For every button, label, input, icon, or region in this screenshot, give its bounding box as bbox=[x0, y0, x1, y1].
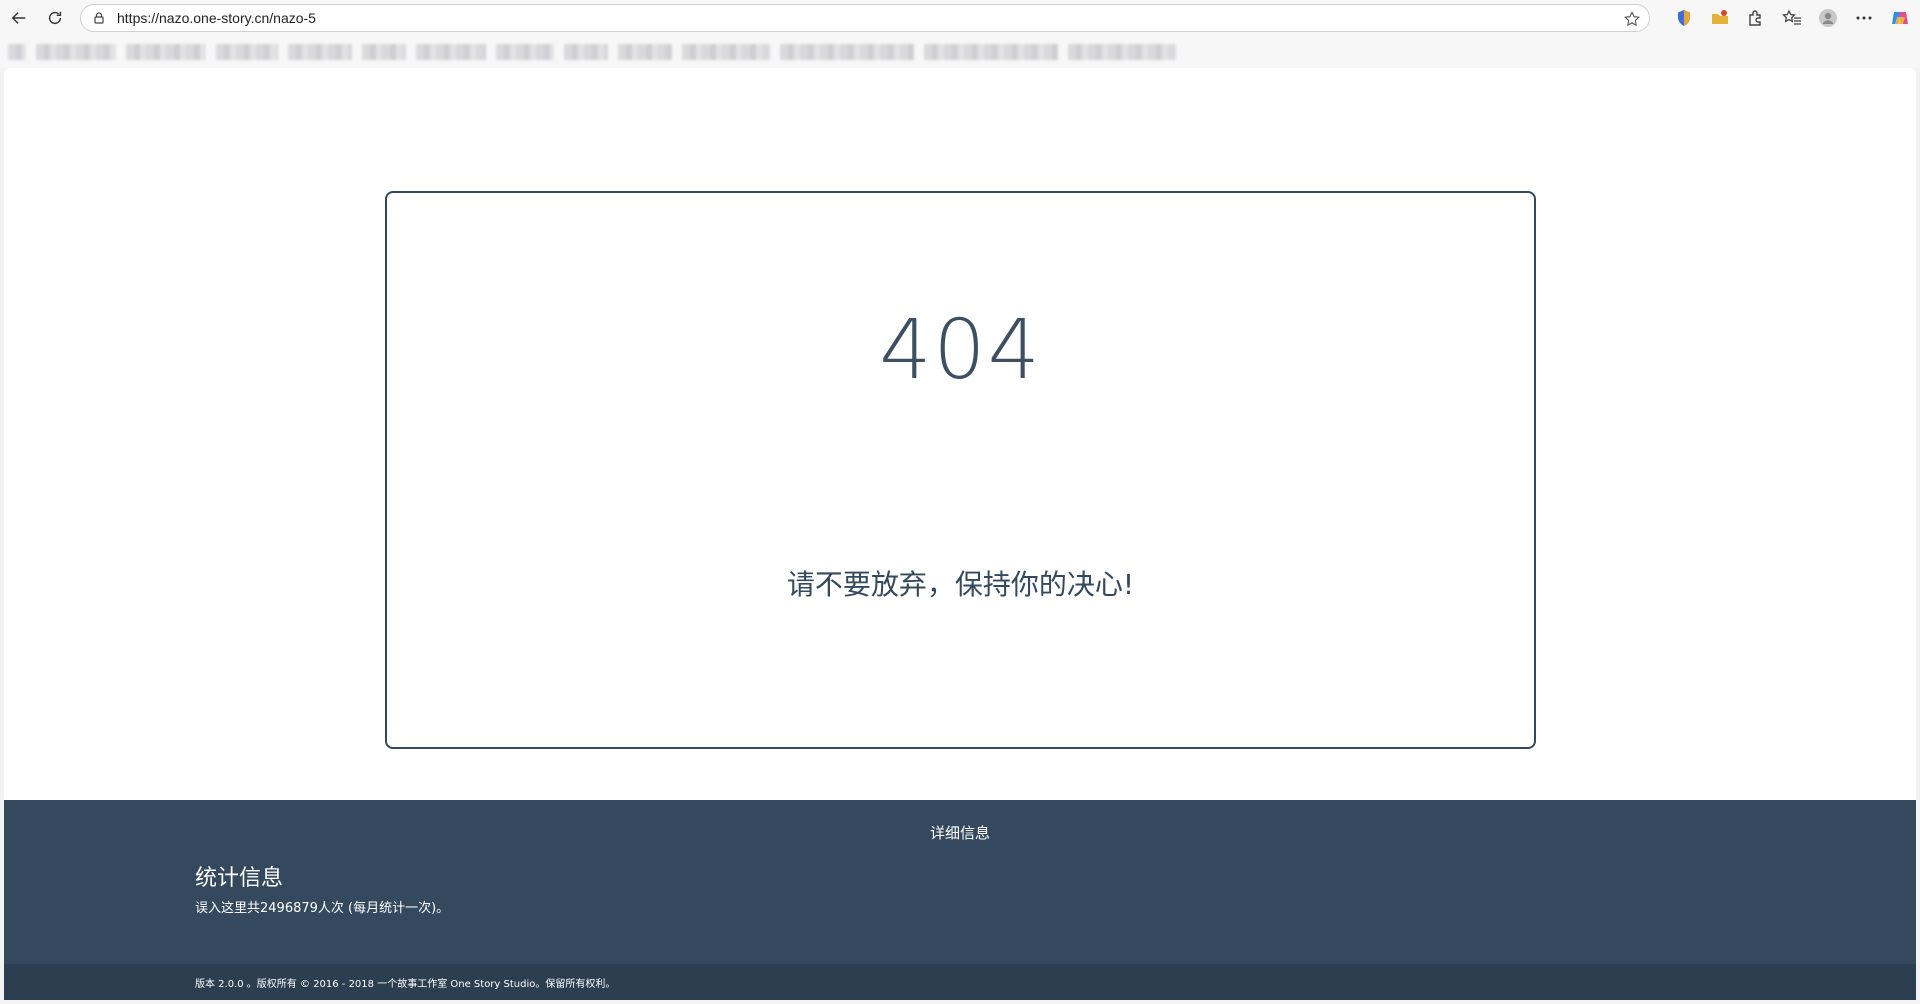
bookmark-item[interactable] bbox=[8, 44, 26, 60]
bookmark-item[interactable] bbox=[416, 44, 486, 60]
favorites-icon[interactable] bbox=[1778, 4, 1806, 32]
copyright-bar: 版本 2.0.0 。版权所有 © 2016 - 2018 一个故事工作室 One… bbox=[4, 964, 1916, 1000]
address-bar[interactable]: https://nazo.one-story.cn/nazo-5 bbox=[80, 4, 1650, 32]
bookmarks-bar bbox=[0, 36, 1920, 68]
stats-text: 误入这里共2496879人次 (每月统计一次)。 bbox=[195, 901, 450, 916]
error-message: 请不要放弃，保持你的决心! bbox=[786, 568, 1135, 601]
lock-icon[interactable] bbox=[85, 11, 113, 25]
reload-button[interactable] bbox=[38, 2, 72, 34]
bookmark-item[interactable] bbox=[496, 44, 554, 60]
bookmark-item[interactable] bbox=[216, 44, 278, 60]
extension-shield-icon[interactable] bbox=[1670, 4, 1698, 32]
bookmark-item[interactable] bbox=[126, 44, 206, 60]
profile-avatar-icon[interactable] bbox=[1814, 4, 1842, 32]
footer: 详细信息 统计信息 误入这里共2496879人次 (每月统计一次)。 版本 2.… bbox=[4, 800, 1916, 1000]
bookmark-item[interactable] bbox=[564, 44, 608, 60]
copyright-text: 版本 2.0.0 。版权所有 © 2016 - 2018 一个故事工作室 One… bbox=[195, 979, 616, 990]
more-menu-icon[interactable] bbox=[1850, 4, 1878, 32]
error-card: 404 请不要放弃，保持你的决心! bbox=[385, 191, 1536, 749]
bookmark-item[interactable] bbox=[288, 44, 352, 60]
error-code: 404 bbox=[879, 303, 1042, 398]
copilot-icon[interactable] bbox=[1886, 4, 1914, 32]
bookmark-item[interactable] bbox=[362, 44, 406, 60]
bookmark-item[interactable] bbox=[780, 44, 914, 60]
reload-icon bbox=[48, 11, 62, 25]
bookmark-item[interactable] bbox=[36, 44, 116, 60]
back-arrow-icon bbox=[11, 12, 26, 24]
bookmark-item[interactable] bbox=[924, 44, 1058, 60]
browser-toolbar: https://nazo.one-story.cn/nazo-5 bbox=[0, 0, 1920, 36]
extension-folder-icon[interactable] bbox=[1706, 4, 1734, 32]
page-viewport: 404 请不要放弃，保持你的决心! 详细信息 统计信息 误入这里共2496879… bbox=[4, 68, 1916, 1000]
footer-heading: 详细信息 bbox=[929, 824, 990, 842]
toolbar-actions bbox=[1670, 3, 1914, 33]
url-text[interactable]: https://nazo.one-story.cn/nazo-5 bbox=[117, 10, 316, 26]
back-button[interactable] bbox=[2, 2, 36, 34]
bookmark-item[interactable] bbox=[618, 44, 672, 60]
stats-title: 统计信息 bbox=[195, 866, 284, 891]
extensions-puzzle-icon[interactable] bbox=[1742, 4, 1770, 32]
bookmark-item[interactable] bbox=[1068, 44, 1176, 60]
bookmark-item[interactable] bbox=[682, 44, 770, 60]
star-icon[interactable] bbox=[1623, 10, 1641, 28]
